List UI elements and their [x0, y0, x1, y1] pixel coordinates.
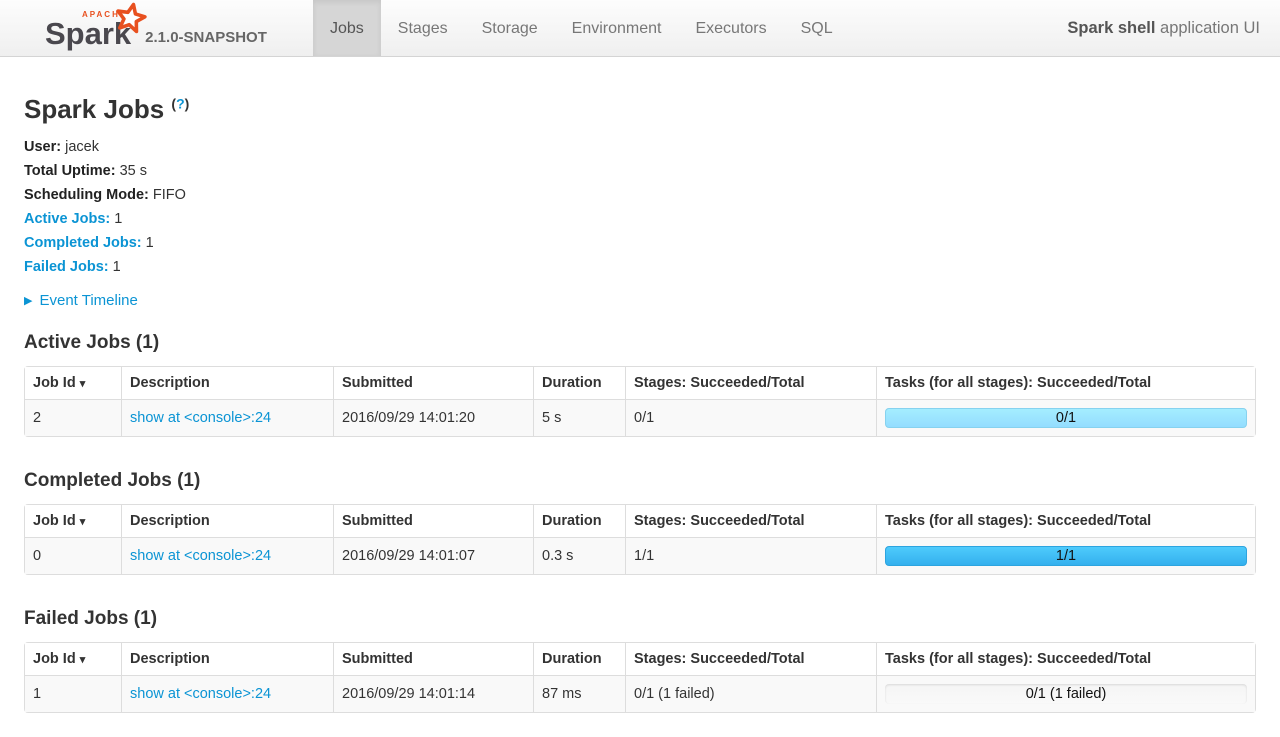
- job-description-link[interactable]: show at <console>:24: [130, 410, 271, 426]
- job-submitted-cell: 2016/09/29 14:01:07: [333, 537, 533, 574]
- event-timeline-toggle[interactable]: ▶ Event Timeline: [24, 292, 1256, 309]
- section-heading: Failed Jobs (1): [24, 608, 1256, 630]
- main-content: Spark Jobs (?) User: jacekTotal Uptime: …: [0, 94, 1280, 713]
- jobs-table: Job Id▾DescriptionSubmittedDurationStage…: [24, 366, 1256, 437]
- job-id-cell: 0: [25, 537, 121, 574]
- table-header-row: Job Id▾DescriptionSubmittedDurationStage…: [25, 367, 1255, 399]
- job-description-link[interactable]: show at <console>:24: [130, 548, 271, 564]
- nav-tabs: JobsStagesStorageEnvironmentExecutorsSQL: [313, 0, 850, 56]
- col-header[interactable]: Stages: Succeeded/Total: [625, 643, 876, 675]
- tab-environment[interactable]: Environment: [555, 0, 679, 56]
- job-tasks-cell: 0/1 (1 failed): [876, 675, 1255, 712]
- col-header[interactable]: Stages: Succeeded/Total: [625, 367, 876, 399]
- event-timeline-label: Event Timeline: [39, 292, 137, 309]
- col-header[interactable]: Description: [121, 367, 333, 399]
- summary-link[interactable]: Completed Jobs:: [24, 235, 142, 251]
- summary-label: Scheduling Mode:: [24, 187, 149, 203]
- spark-logo[interactable]: APACHE Spark 2.1.0-SNAPSHOT: [0, 0, 313, 56]
- summary-list: User: jacekTotal Uptime: 35 sScheduling …: [24, 135, 1256, 279]
- summary-item: User: jacek: [24, 135, 1256, 159]
- section-heading: Active Jobs (1): [24, 332, 1256, 354]
- summary-link[interactable]: Failed Jobs:: [24, 259, 109, 275]
- summary-item: Total Uptime: 35 s: [24, 159, 1256, 183]
- job-section: Failed Jobs (1) Job Id▾DescriptionSubmit…: [24, 608, 1256, 713]
- job-duration-cell: 87 ms: [533, 675, 625, 712]
- col-header[interactable]: Submitted: [333, 505, 533, 537]
- sort-caret-icon: ▾: [80, 654, 86, 666]
- job-submitted-cell: 2016/09/29 14:01:20: [333, 399, 533, 436]
- tab-stages[interactable]: Stages: [381, 0, 465, 56]
- jobs-table: Job Id▾DescriptionSubmittedDurationStage…: [24, 642, 1256, 713]
- navbar: APACHE Spark 2.1.0-SNAPSHOT JobsStagesSt…: [0, 0, 1280, 57]
- tab-storage[interactable]: Storage: [465, 0, 555, 56]
- job-row: 2 show at <console>:24 2016/09/29 14:01:20…: [25, 399, 1255, 436]
- page-title: Spark Jobs (?): [24, 94, 1256, 125]
- col-header[interactable]: Duration: [533, 643, 625, 675]
- spark-star-icon: [111, 0, 150, 38]
- col-header[interactable]: Job Id▾: [25, 643, 121, 675]
- job-stages-cell: 1/1: [625, 537, 876, 574]
- tasks-progress-bar: 1/1: [885, 546, 1247, 566]
- app-title-suffix: application UI: [1155, 19, 1260, 37]
- spark-wordmark: APACHE Spark: [45, 18, 131, 49]
- job-stages-cell: 0/1 (1 failed): [625, 675, 876, 712]
- col-header[interactable]: Description: [121, 505, 333, 537]
- help-question-link[interactable]: ?: [176, 95, 185, 111]
- tasks-progress-bar: 0/1 (1 failed): [885, 684, 1247, 704]
- tab-executors[interactable]: Executors: [678, 0, 783, 56]
- expand-arrow-icon: ▶: [24, 295, 32, 307]
- job-stages-cell: 0/1: [625, 399, 876, 436]
- table-header-row: Job Id▾DescriptionSubmittedDurationStage…: [25, 643, 1255, 675]
- col-header[interactable]: Tasks (for all stages): Succeeded/Total: [876, 643, 1255, 675]
- summary-item: Failed Jobs: 1: [24, 255, 1256, 279]
- job-description-cell: show at <console>:24: [121, 675, 333, 712]
- tab-jobs[interactable]: Jobs: [313, 0, 381, 56]
- col-header[interactable]: Duration: [533, 367, 625, 399]
- table-header-row: Job Id▾DescriptionSubmittedDurationStage…: [25, 505, 1255, 537]
- job-description-cell: show at <console>:24: [121, 399, 333, 436]
- job-duration-cell: 0.3 s: [533, 537, 625, 574]
- job-sections: Active Jobs (1) Job Id▾DescriptionSubmit…: [24, 332, 1256, 713]
- sort-caret-icon: ▾: [80, 516, 86, 528]
- progress-label: 0/1 (1 failed): [885, 684, 1247, 704]
- sort-caret-icon: ▾: [80, 378, 86, 390]
- job-submitted-cell: 2016/09/29 14:01:14: [333, 675, 533, 712]
- summary-item: Completed Jobs: 1: [24, 231, 1256, 255]
- col-header[interactable]: Job Id▾: [25, 367, 121, 399]
- job-id-cell: 1: [25, 675, 121, 712]
- col-header[interactable]: Description: [121, 643, 333, 675]
- summary-link[interactable]: Active Jobs:: [24, 211, 110, 227]
- job-section: Active Jobs (1) Job Id▾DescriptionSubmit…: [24, 332, 1256, 437]
- help-tooltip: (?): [171, 95, 189, 111]
- summary-item: Scheduling Mode: FIFO: [24, 183, 1256, 207]
- col-header[interactable]: Tasks (for all stages): Succeeded/Total: [876, 505, 1255, 537]
- col-header[interactable]: Job Id▾: [25, 505, 121, 537]
- col-header[interactable]: Submitted: [333, 643, 533, 675]
- spark-version: 2.1.0-SNAPSHOT: [145, 29, 267, 49]
- summary-label: Total Uptime:: [24, 163, 116, 179]
- col-header[interactable]: Stages: Succeeded/Total: [625, 505, 876, 537]
- job-description-link[interactable]: show at <console>:24: [130, 686, 271, 702]
- summary-label: User:: [24, 139, 61, 155]
- progress-label: 0/1: [885, 408, 1247, 428]
- tasks-progress-bar: 0/1: [885, 408, 1247, 428]
- col-header[interactable]: Submitted: [333, 367, 533, 399]
- col-header[interactable]: Duration: [533, 505, 625, 537]
- progress-label: 1/1: [885, 546, 1247, 566]
- section-heading: Completed Jobs (1): [24, 470, 1256, 492]
- job-duration-cell: 5 s: [533, 399, 625, 436]
- tab-sql[interactable]: SQL: [784, 0, 850, 56]
- jobs-table: Job Id▾DescriptionSubmittedDurationStage…: [24, 504, 1256, 575]
- summary-item: Active Jobs: 1: [24, 207, 1256, 231]
- col-header[interactable]: Tasks (for all stages): Succeeded/Total: [876, 367, 1255, 399]
- app-title: Spark shell application UI: [1067, 0, 1280, 56]
- job-tasks-cell: 0/1: [876, 399, 1255, 436]
- job-row: 1 show at <console>:24 2016/09/29 14:01:14…: [25, 675, 1255, 712]
- job-section: Completed Jobs (1) Job Id▾DescriptionSub…: [24, 470, 1256, 575]
- job-id-cell: 2: [25, 399, 121, 436]
- job-tasks-cell: 1/1: [876, 537, 1255, 574]
- job-row: 0 show at <console>:24 2016/09/29 14:01:07…: [25, 537, 1255, 574]
- app-name: Spark shell: [1067, 19, 1155, 37]
- job-description-cell: show at <console>:24: [121, 537, 333, 574]
